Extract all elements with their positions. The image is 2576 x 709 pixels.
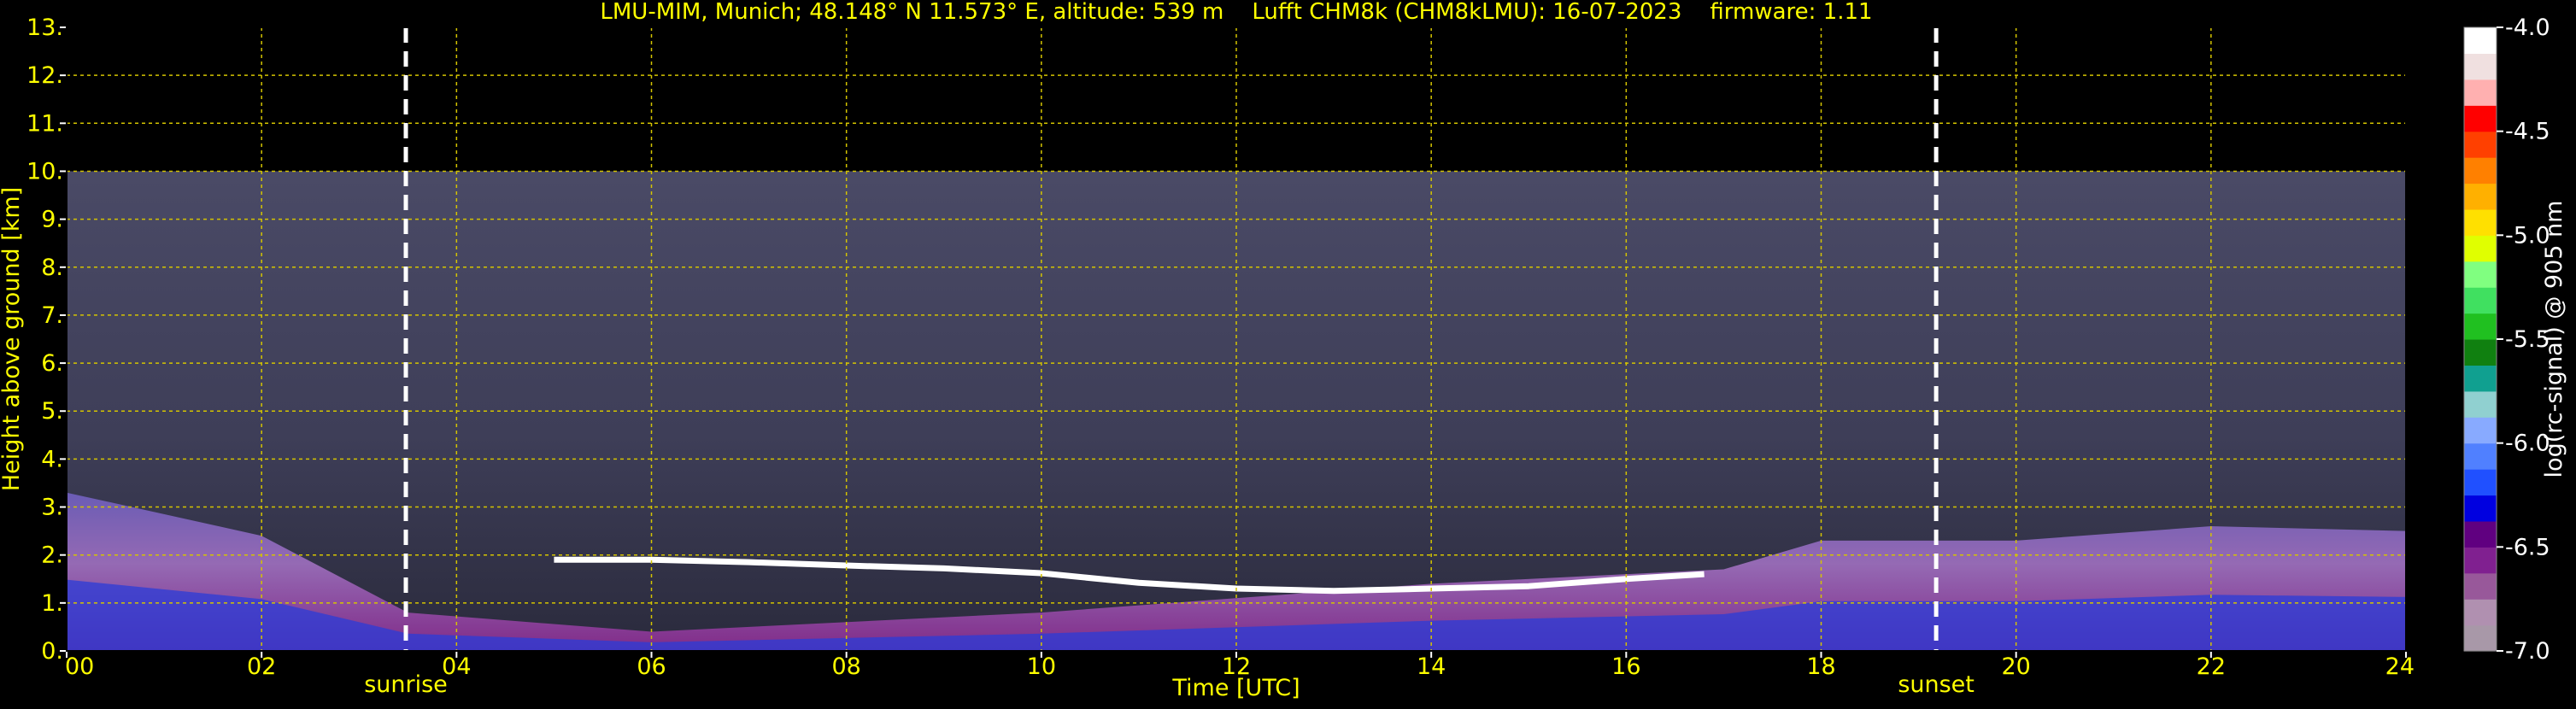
y-tick-label: 7.: [41, 302, 63, 329]
marker-label-sunset: sunset: [1898, 671, 1975, 698]
x-tick-label: 16: [1611, 653, 1640, 680]
x-tick-label: 06: [637, 653, 666, 680]
x-tick-label: 02: [247, 653, 276, 680]
y-tick-label: 9.: [41, 207, 63, 233]
colorbar-segment: [2464, 365, 2497, 392]
y-tick-label: 0.: [41, 638, 63, 665]
colorbar-segment: [2464, 183, 2497, 210]
colorbar-segment: [2464, 79, 2497, 106]
colorbar-segment: [2464, 235, 2497, 262]
x-tick-label: 04: [442, 653, 471, 680]
chart-svg: sunrise sunset 00 02 04 06 08 10 12 14 16 18 20 22 24…: [0, 0, 2567, 701]
colorbar-segment: [2464, 599, 2497, 626]
colorbar-segment: [2464, 27, 2497, 55]
y-tick-label: 13.: [26, 15, 63, 41]
colorbar-segment: [2464, 442, 2497, 470]
y-tick-label: 4.: [41, 446, 63, 472]
x-tick-label: 08: [831, 653, 860, 680]
x-tick-label: 24: [2385, 653, 2415, 680]
ceilometer-chart: sunrise sunset 00 02 04 06 08 10 12 14 16 18 20 22 24…: [0, 0, 2576, 706]
colorbar-segment: [2464, 105, 2497, 132]
colorbar-segment: [2464, 157, 2497, 185]
colorbar-tick-label: -4.0: [2505, 15, 2550, 41]
x-tick-label: 18: [1806, 653, 1835, 680]
colorbar-label: log(rc-signal) @ 905 nm: [2541, 201, 2567, 478]
colorbar-tick-label: -6.5: [2505, 534, 2550, 560]
x-tick-label: 20: [2001, 653, 2030, 680]
x-tick-label: 10: [1027, 653, 1056, 680]
colorbar-tick-label: -4.5: [2505, 119, 2550, 145]
colorbar-segment: [2464, 520, 2497, 548]
colorbar: [2463, 26, 2497, 652]
y-tick-label: 6.: [41, 350, 63, 377]
colorbar-segment: [2464, 469, 2497, 496]
y-tick-label: 1.: [41, 590, 63, 617]
y-axis-label: Height above ground [km]: [0, 187, 25, 491]
chart-title: LMU-MIM, Munich; 48.148° N 11.573° E, al…: [600, 0, 1872, 25]
colorbar-segment: [2464, 624, 2497, 652]
y-axis-ticks: 0. 1. 2. 3. 4. 5. 6. 7. 8. 9. 10. 11. 12. 13.: [26, 15, 67, 665]
x-tick-label: 00: [65, 653, 94, 680]
x-tick-label: 22: [2197, 653, 2226, 680]
y-tick-label: 5.: [41, 398, 63, 425]
colorbar-segment: [2464, 495, 2497, 522]
colorbar-segment: [2464, 572, 2497, 600]
colorbar-segment: [2464, 417, 2497, 444]
y-tick-label: 2.: [41, 542, 63, 569]
colorbar-segment: [2464, 547, 2497, 574]
y-tick-label: 8.: [41, 255, 63, 281]
marker-label-sunrise: sunrise: [364, 671, 448, 698]
y-tick-label: 10.: [26, 158, 63, 185]
colorbar-segment: [2464, 53, 2497, 80]
y-tick-label: 3.: [41, 495, 63, 521]
colorbar-segment: [2464, 339, 2497, 366]
colorbar-segment: [2464, 313, 2497, 340]
colorbar-segment: [2464, 208, 2497, 236]
colorbar-segment: [2464, 287, 2497, 314]
y-tick-label: 11.: [26, 110, 63, 137]
x-tick-label: 14: [1417, 653, 1446, 680]
colorbar-tick-label: -7.0: [2505, 638, 2550, 665]
colorbar-segment: [2464, 261, 2497, 288]
colorbar-segment: [2464, 390, 2497, 418]
y-tick-label: 12.: [26, 62, 63, 89]
colorbar-segment: [2464, 131, 2497, 158]
x-axis-label: Time [UTC]: [1171, 675, 1300, 701]
